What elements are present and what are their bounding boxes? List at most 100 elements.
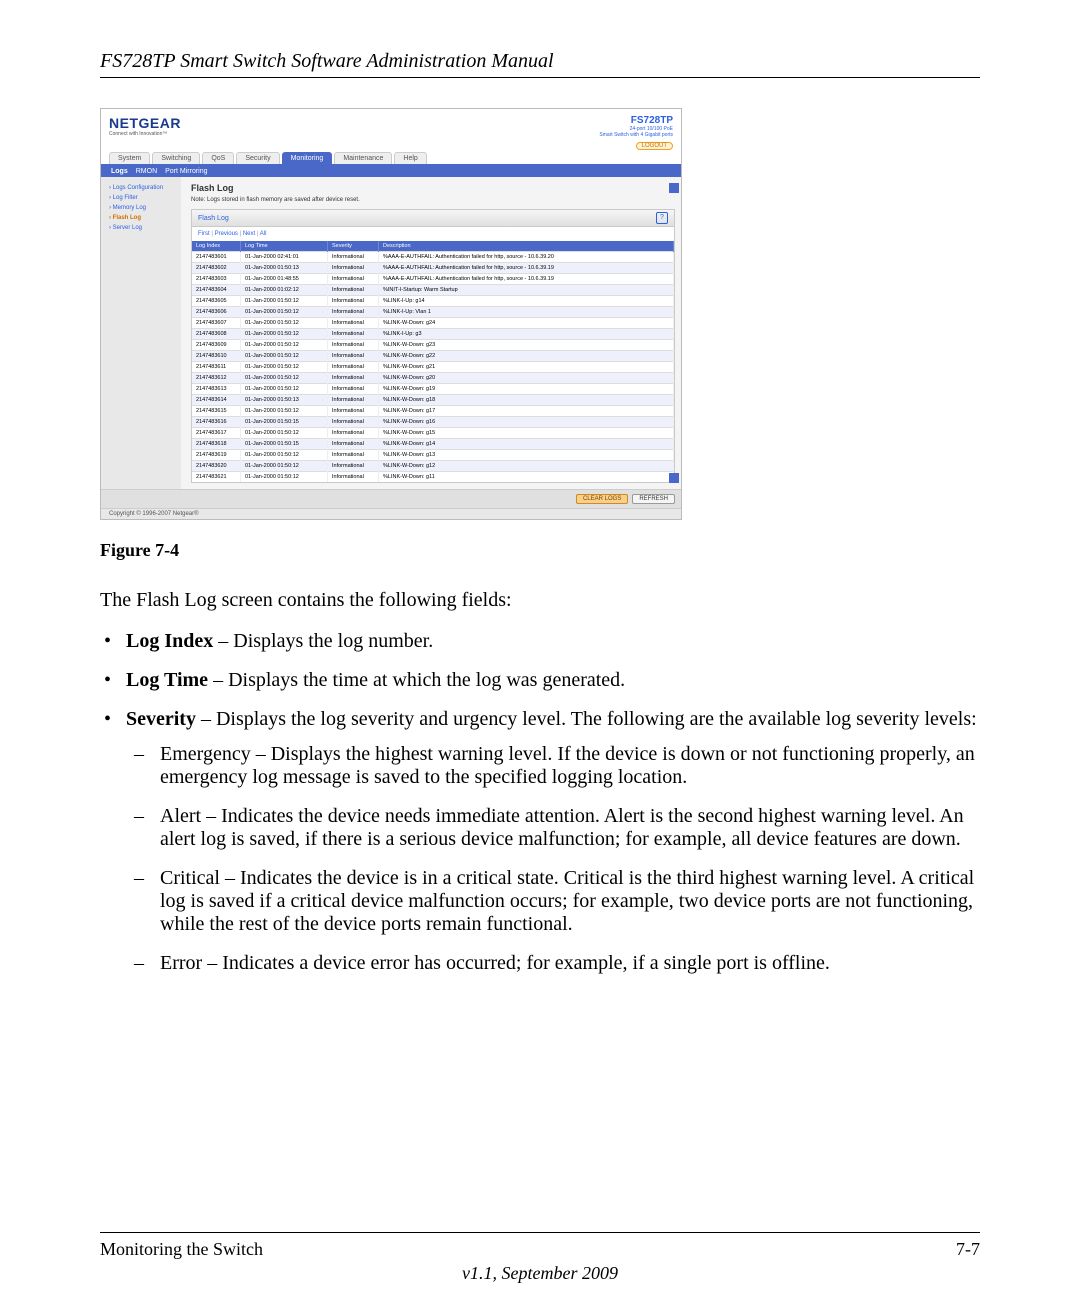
sidebar-item-log-filter[interactable]: › Log Filter: [105, 193, 177, 203]
help-icon[interactable]: ?: [656, 212, 668, 224]
sidebar-item-memory-log[interactable]: › Memory Log: [105, 203, 177, 213]
sidebar-item-server-log[interactable]: › Server Log: [105, 223, 177, 233]
cell-sev: Informational: [328, 329, 379, 340]
cell-sev: Informational: [328, 417, 379, 428]
table-row: 214748360301-Jan-2000 01:48:55Informatio…: [192, 274, 674, 285]
sub-tab-rmon[interactable]: RMON: [136, 168, 157, 175]
sidebar: › Logs Configuration› Log Filter› Memory…: [101, 177, 181, 489]
table-row: 214748360101-Jan-2000 02:41:01Informatio…: [192, 252, 674, 263]
scrollbar-up-icon[interactable]: [669, 183, 679, 193]
sidebar-item-flash-log[interactable]: › Flash Log: [105, 213, 177, 223]
cell-desc: %AAA-E-AUTHFAIL: Authentication failed f…: [379, 252, 674, 263]
cell-idx: 2147483612: [192, 373, 241, 384]
cell-sev: Informational: [328, 450, 379, 461]
cell-desc: %LINK-W-Down: g15: [379, 428, 674, 439]
table-row: 214748361701-Jan-2000 01:50:12Informatio…: [192, 428, 674, 439]
table-row: 214748361501-Jan-2000 01:50:12Informatio…: [192, 406, 674, 417]
cell-desc: %INIT-I-Startup: Warm Startup: [379, 285, 674, 296]
cell-sev: Informational: [328, 296, 379, 307]
cell-desc: %LINK-W-Down: g24: [379, 318, 674, 329]
page-footer: Monitoring the Switch 7-7: [100, 1232, 980, 1260]
col-severity: Severity: [328, 241, 379, 252]
main-tab-maintenance[interactable]: Maintenance: [334, 152, 392, 164]
cell-sev: Informational: [328, 252, 379, 263]
cell-desc: %LINK-W-Down: g21: [379, 362, 674, 373]
cell-idx: 2147483608: [192, 329, 241, 340]
intro-paragraph: The Flash Log screen contains the follow…: [100, 589, 980, 612]
logout-button[interactable]: LOGOUT: [636, 142, 673, 150]
severity-list: Emergency – Displays the highest warning…: [160, 743, 980, 975]
refresh-button[interactable]: REFRESH: [632, 494, 675, 504]
cell-idx: 2147483621: [192, 472, 241, 483]
cell-desc: %LINK-W-Down: g22: [379, 351, 674, 362]
cell-time: 01-Jan-2000 01:50:12: [241, 362, 328, 373]
pager-next[interactable]: Next: [243, 231, 255, 237]
cell-desc: %LINK-W-Down: g18: [379, 395, 674, 406]
figure-caption: Figure 7-4: [100, 540, 980, 561]
cell-sev: Informational: [328, 439, 379, 450]
cell-desc: %LINK-W-Down: g20: [379, 373, 674, 384]
cell-idx: 2147483607: [192, 318, 241, 329]
cell-idx: 2147483617: [192, 428, 241, 439]
cell-desc: %LINK-W-Down: g14: [379, 439, 674, 450]
cell-idx: 2147483611: [192, 362, 241, 373]
cell-time: 01-Jan-2000 01:50:12: [241, 461, 328, 472]
cell-sev: Informational: [328, 461, 379, 472]
main-tabs: SystemSwitchingQoSSecurityMonitoringMain…: [101, 152, 681, 166]
doc-header: FS728TP Smart Switch Software Administra…: [100, 50, 980, 73]
cell-desc: %LINK-W-Down: g12: [379, 461, 674, 472]
main-tab-monitoring[interactable]: Monitoring: [282, 152, 333, 164]
table-row: 214748361901-Jan-2000 01:50:12Informatio…: [192, 450, 674, 461]
cell-time: 01-Jan-2000 01:50:12: [241, 472, 328, 483]
cell-sev: Informational: [328, 307, 379, 318]
cell-idx: 2147483606: [192, 307, 241, 318]
cell-desc: %LINK-W-Down: g17: [379, 406, 674, 417]
cell-idx: 2147483613: [192, 384, 241, 395]
main-tab-security[interactable]: Security: [236, 152, 279, 164]
sub-tab-port-mirroring[interactable]: Port Mirroring: [165, 168, 207, 175]
field-desc: – Displays the log severity and urgency …: [196, 708, 977, 730]
cell-sev: Informational: [328, 428, 379, 439]
table-row: 214748360801-Jan-2000 01:50:12Informatio…: [192, 329, 674, 340]
copyright-text: Copyright © 1996-2007 Netgear®: [101, 508, 681, 519]
severity-item: Alert – Indicates the device needs immed…: [160, 805, 980, 851]
cell-idx: 2147483619: [192, 450, 241, 461]
cell-time: 01-Jan-2000 01:02:12: [241, 285, 328, 296]
cell-desc: %LINK-I-Up: g14: [379, 296, 674, 307]
cell-sev: Informational: [328, 362, 379, 373]
cell-time: 01-Jan-2000 01:50:13: [241, 395, 328, 406]
cell-time: 01-Jan-2000 01:50:12: [241, 307, 328, 318]
model-name: FS728TP: [599, 115, 673, 126]
pager-first[interactable]: First: [198, 231, 210, 237]
pager-previous[interactable]: Previous: [215, 231, 238, 237]
cell-time: 01-Jan-2000 01:50:12: [241, 428, 328, 439]
cell-time: 01-Jan-2000 02:41:01: [241, 252, 328, 263]
cell-desc: %LINK-W-Down: g11: [379, 472, 674, 483]
scrollbar-down-icon[interactable]: [669, 473, 679, 483]
clear-logs-button[interactable]: CLEAR LOGS: [576, 494, 628, 504]
main-tab-switching[interactable]: Switching: [152, 152, 200, 164]
note-text: Note: Logs stored in flash memory are sa…: [191, 197, 675, 203]
cell-time: 01-Jan-2000 01:50:13: [241, 263, 328, 274]
footer-right: 7-7: [956, 1239, 980, 1260]
cell-sev: Informational: [328, 318, 379, 329]
cell-sev: Informational: [328, 373, 379, 384]
main-tab-system[interactable]: System: [109, 152, 150, 164]
main-tab-help[interactable]: Help: [394, 152, 426, 164]
cell-time: 01-Jan-2000 01:50:15: [241, 417, 328, 428]
sidebar-item-logs-configuration[interactable]: › Logs Configuration: [105, 183, 177, 193]
cell-sev: Informational: [328, 395, 379, 406]
table-row: 214748360401-Jan-2000 01:02:12Informatio…: [192, 285, 674, 296]
sub-tab-logs[interactable]: Logs: [111, 168, 128, 175]
brand-logo: NETGEAR: [109, 115, 181, 131]
cell-time: 01-Jan-2000 01:50:12: [241, 373, 328, 384]
field-desc: – Displays the time at which the log was…: [208, 669, 625, 691]
cell-time: 01-Jan-2000 01:50:12: [241, 296, 328, 307]
table-row: 214748360601-Jan-2000 01:50:12Informatio…: [192, 307, 674, 318]
screenshot-figure: NETGEAR Connect with Innovation™ FS728TP…: [100, 108, 682, 520]
pager-all[interactable]: All: [260, 231, 267, 237]
main-tab-qos[interactable]: QoS: [202, 152, 234, 164]
content-panel: Flash Log Note: Logs stored in flash mem…: [181, 177, 681, 489]
cell-desc: %LINK-W-Down: g13: [379, 450, 674, 461]
cell-desc: %AAA-E-AUTHFAIL: Authentication failed f…: [379, 263, 674, 274]
